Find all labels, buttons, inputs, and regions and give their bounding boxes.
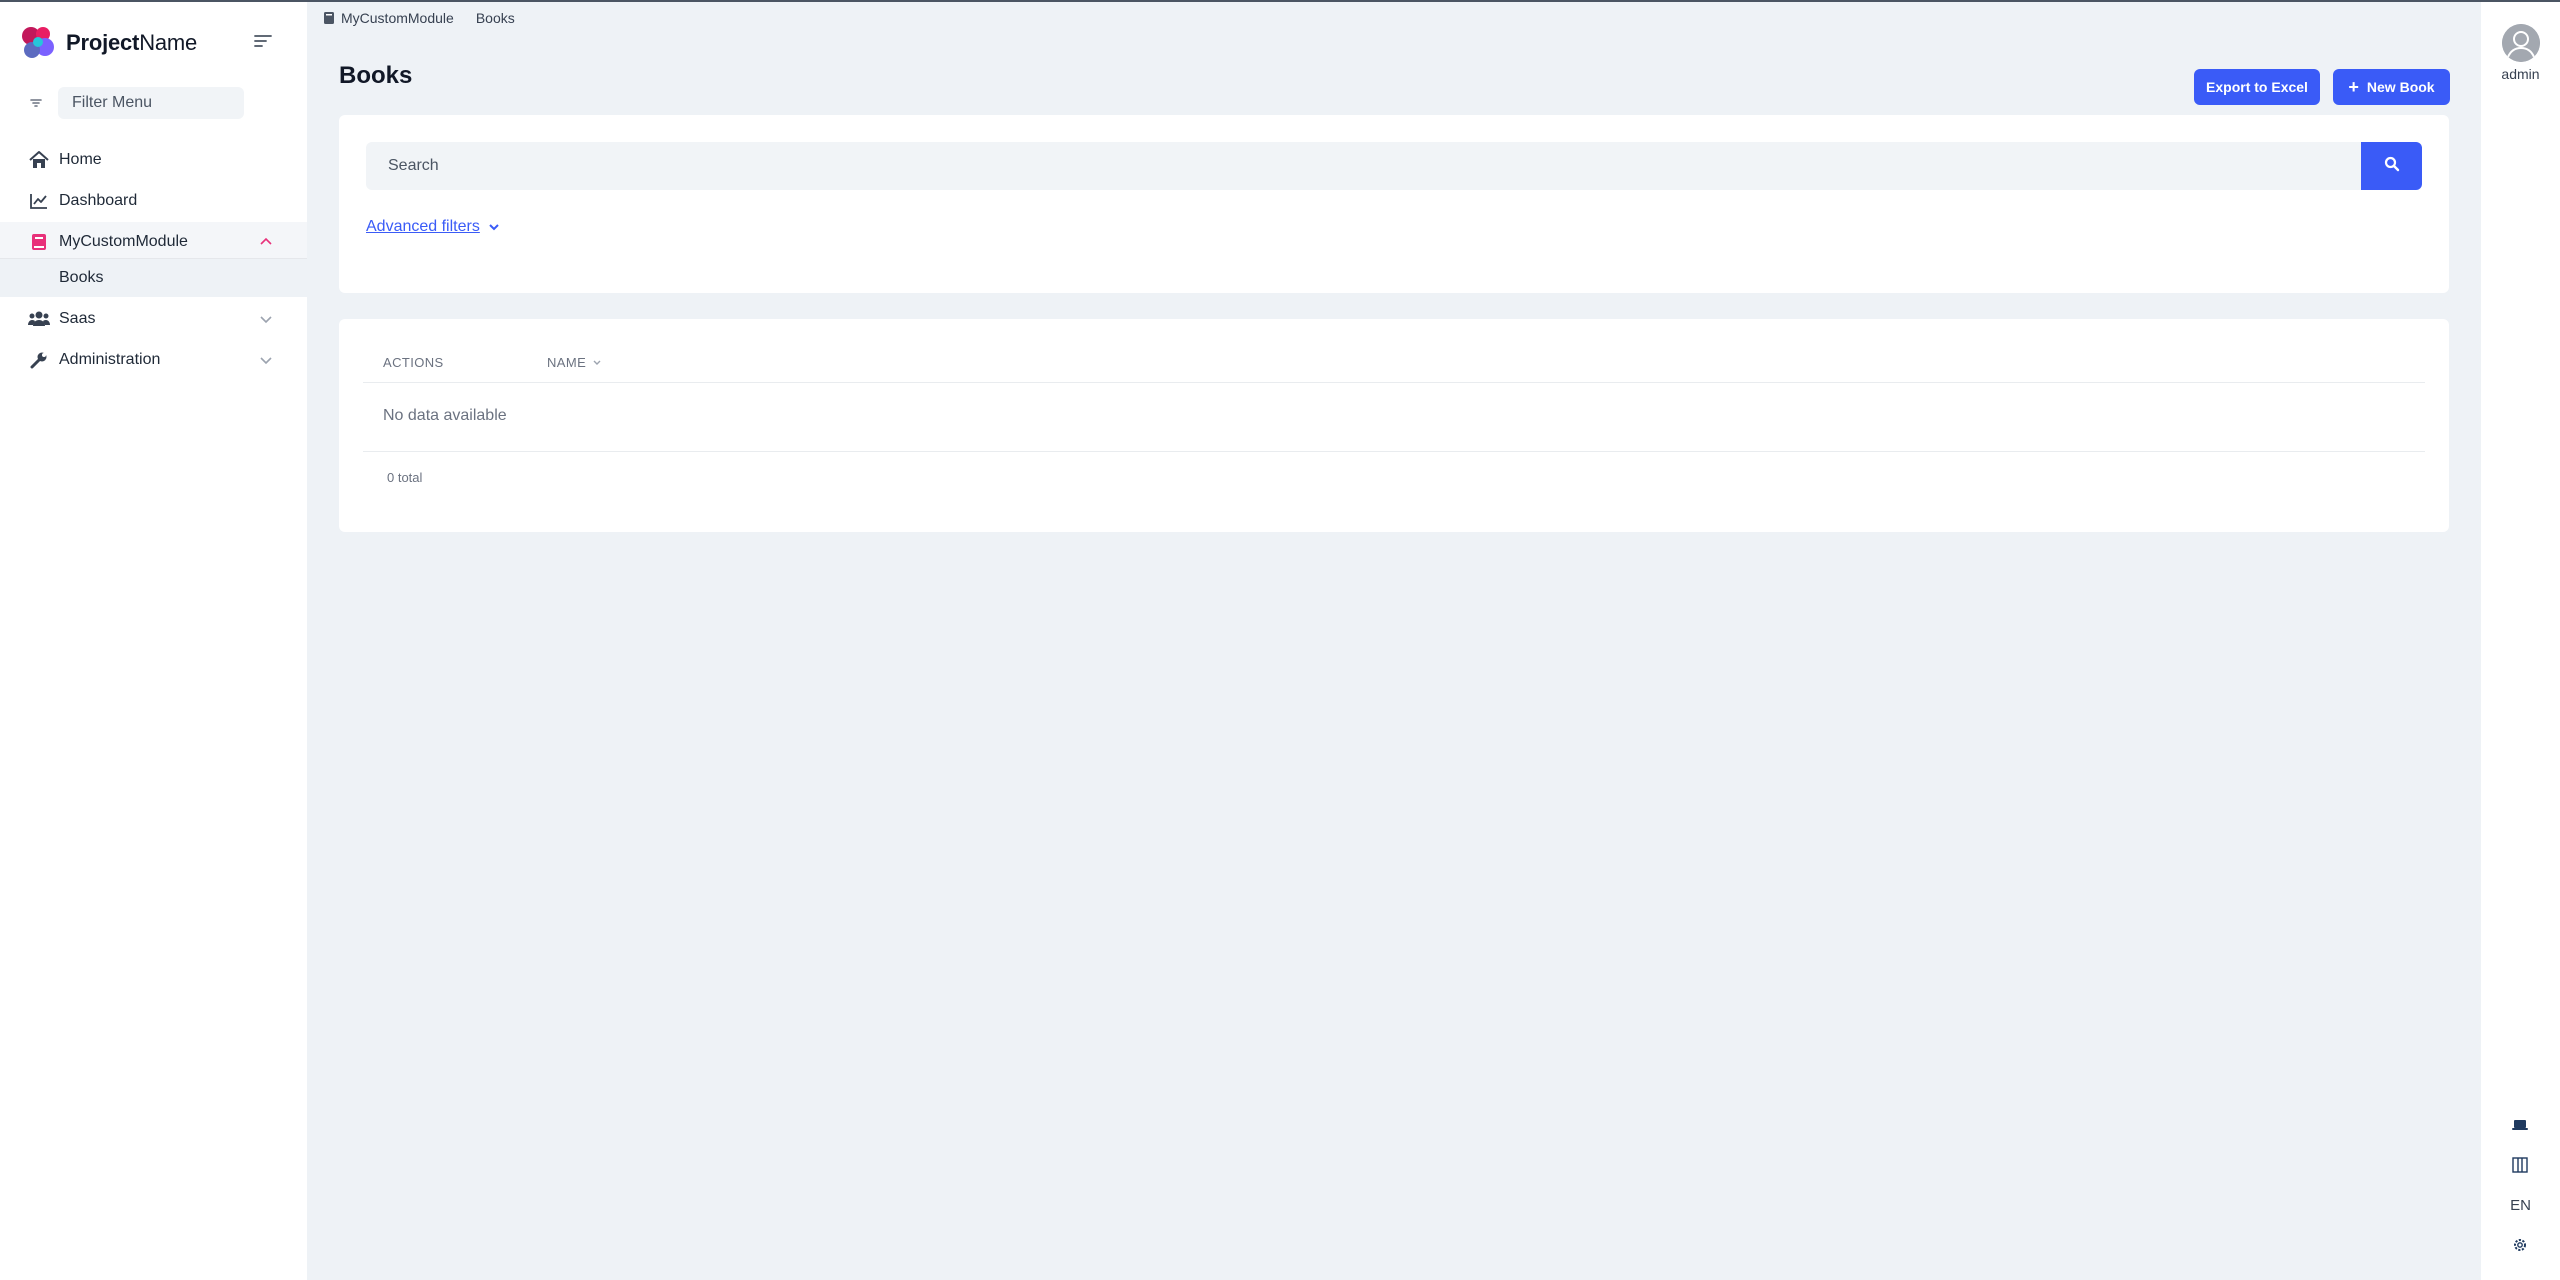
brand[interactable]: ProjectName (20, 24, 197, 62)
new-book-label: New Book (2366, 79, 2435, 95)
breadcrumb-item[interactable]: MyCustomModule (341, 10, 454, 26)
language-switcher[interactable]: EN (2481, 1197, 2560, 1214)
sidebar-subitem-books[interactable]: Books (0, 259, 307, 297)
filter-menu-input[interactable] (58, 87, 244, 119)
sidebar-item-label: Saas (59, 310, 96, 327)
search-card: Advanced filters (339, 115, 2449, 293)
avatar[interactable] (2502, 24, 2540, 62)
logo-icon (20, 25, 56, 61)
divider (363, 382, 2425, 383)
sort-icon (593, 360, 601, 365)
plus-icon: + (2348, 77, 2359, 97)
book-icon (28, 231, 50, 253)
chevron-down-icon (258, 352, 274, 368)
sidebar-item-label: Dashboard (59, 192, 138, 209)
sidebar-item-label: Administration (59, 351, 161, 368)
brand-name: ProjectName (66, 30, 198, 55)
sidebar-item-label: MyCustomModule (59, 233, 188, 250)
column-header-label: NAME (547, 355, 587, 370)
books-table: ACTIONS NAME No data available 0 total (339, 319, 2449, 532)
sidebar: ProjectName Home Dashboard MyCustomModul… (0, 2, 307, 1280)
users-icon (28, 308, 50, 330)
sidebar-item-mycustommodule[interactable]: MyCustomModule (0, 222, 307, 262)
chart-line-icon (28, 190, 50, 212)
sidebar-item-dashboard[interactable]: Dashboard (0, 181, 307, 221)
column-header-actions: ACTIONS (383, 355, 444, 370)
chevron-up-icon (258, 234, 274, 250)
empty-message: No data available (383, 407, 507, 424)
chevron-down-icon (489, 224, 499, 231)
sidebar-item-home[interactable]: Home (0, 140, 307, 180)
laptop-icon[interactable] (2511, 1116, 2529, 1134)
gear-icon[interactable] (2511, 1236, 2529, 1254)
sidebar-item-label: Home (59, 151, 102, 168)
new-book-button[interactable]: + New Book (2333, 69, 2450, 105)
wrench-icon (28, 349, 50, 371)
filter-icon (28, 95, 44, 111)
breadcrumb: MyCustomModule Books (323, 10, 515, 26)
sidebar-subitem-label: Books (59, 269, 104, 286)
search-box (366, 142, 2361, 190)
divider (363, 451, 2425, 452)
total-count: 0 total (387, 470, 423, 485)
search-input[interactable] (366, 142, 2361, 190)
search-button[interactable] (2361, 142, 2422, 190)
advanced-filters-label: Advanced filters (366, 218, 480, 235)
right-rail: admin EN (2481, 2, 2560, 1280)
export-to-excel-button[interactable]: Export to Excel (2194, 69, 2320, 105)
search-icon (2384, 156, 2400, 177)
book-icon (323, 11, 335, 25)
sidebar-item-administration[interactable]: Administration (0, 340, 307, 380)
main-content: MyCustomModule Books Books Export to Exc… (307, 2, 2481, 1280)
home-icon (28, 149, 50, 171)
advanced-filters-toggle[interactable]: Advanced filters (366, 218, 500, 236)
user-name[interactable]: admin (2481, 66, 2560, 82)
columns-icon[interactable] (2511, 1156, 2529, 1174)
collapse-menu-icon[interactable] (252, 30, 274, 52)
filter-menu (28, 86, 246, 120)
sidebar-item-saas[interactable]: Saas (0, 299, 307, 339)
page-title: Books (339, 62, 413, 89)
chevron-down-icon (258, 311, 274, 327)
column-header-name[interactable]: NAME (547, 355, 602, 370)
breadcrumb-item: Books (475, 10, 515, 26)
